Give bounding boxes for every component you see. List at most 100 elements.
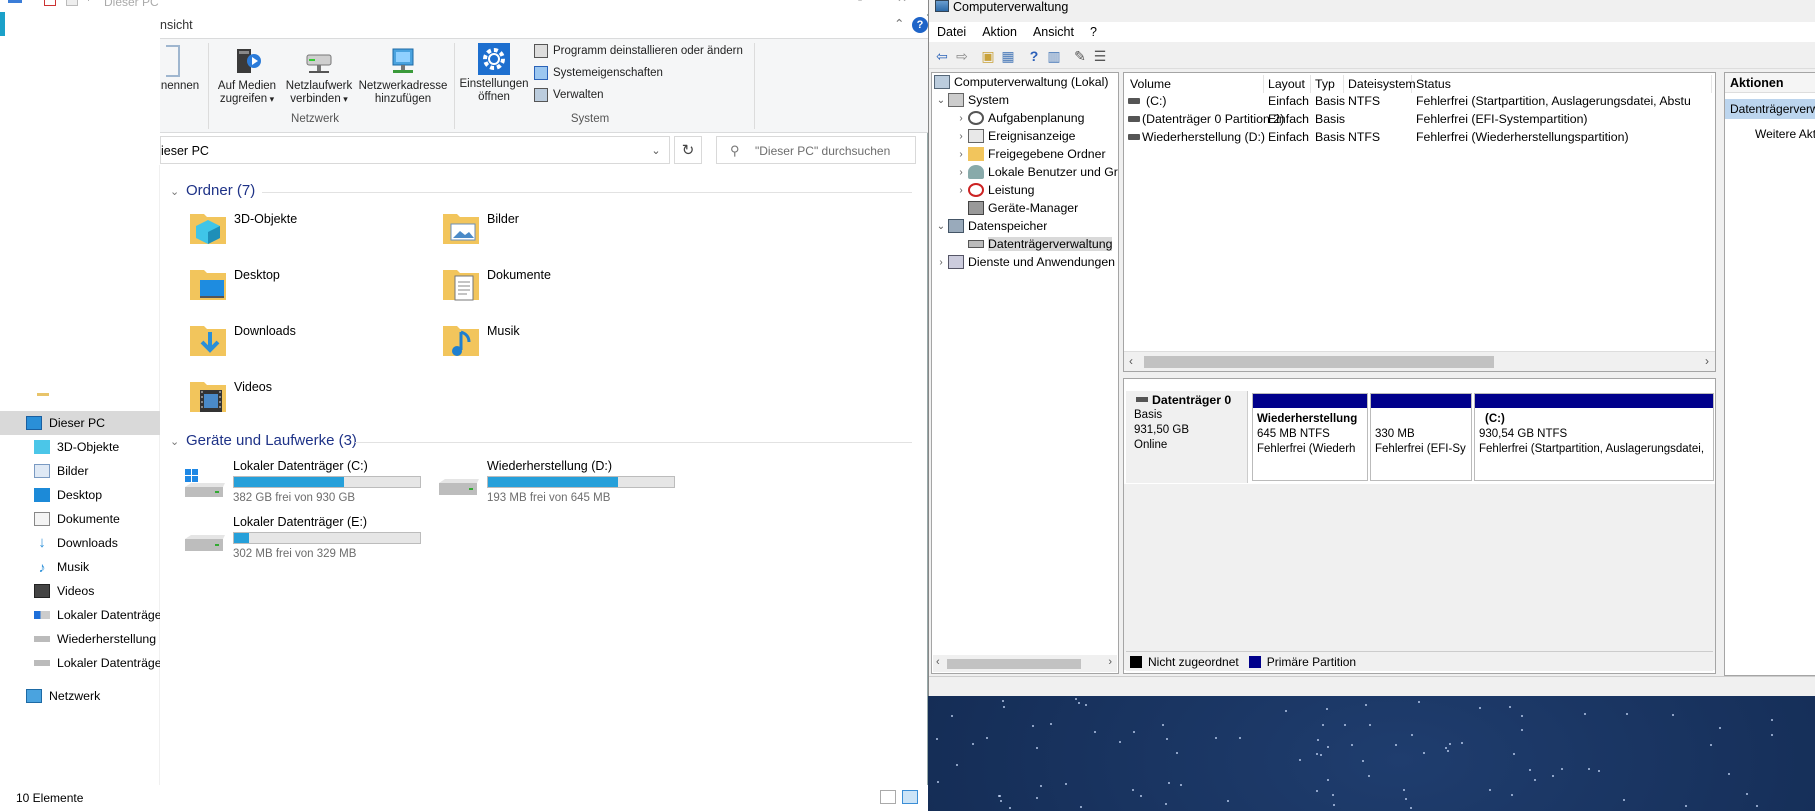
tree-node-local-users[interactable]: › Lokale Benutzer und Gr	[954, 163, 1118, 181]
scroll-thumb[interactable]	[1144, 356, 1494, 368]
search-input[interactable]: ⚲ "Dieser PC" durchsuchen	[716, 136, 916, 164]
refresh-button[interactable]: ↻	[674, 136, 702, 164]
tree-node-services[interactable]: › Dienste und Anwendungen	[934, 253, 1115, 271]
close-button[interactable]: ✕	[897, 0, 907, 5]
folders-section-header[interactable]: ⌄ Ordner (7)	[170, 182, 255, 199]
nav-item-desktop[interactable]: Desktop	[0, 483, 160, 507]
scroll-right-icon[interactable]: ›	[1108, 656, 1112, 668]
folder-pictures[interactable]: Bilder	[441, 206, 661, 256]
folder-qa-icon[interactable]	[66, 0, 78, 6]
documents-icon	[34, 512, 50, 526]
tab-view[interactable]: nsicht	[160, 18, 193, 32]
column-layout[interactable]: Layout	[1264, 75, 1311, 93]
search-icon: ⚲	[730, 143, 740, 158]
folder-label: Videos	[234, 380, 272, 394]
undo-icon[interactable]	[44, 0, 56, 6]
address-bar[interactable]: ieser PC	[160, 136, 670, 164]
partition-c[interactable]: (C:) 930,54 GB NTFS Fehlerfrei (Startparti…	[1474, 393, 1714, 481]
menu-view[interactable]: Ansicht	[1025, 25, 1082, 39]
tree-node-system[interactable]: ⌄ System	[934, 91, 1009, 109]
list-view-icon[interactable]: ☰	[1091, 47, 1109, 65]
partition-recovery[interactable]: Wiederherstellung 645 MB NTFS Fehlerfrei (…	[1252, 393, 1368, 481]
explorer-window: ▾ Dieser PC ▫ ✕ nsicht ⌃ ? nennen Auf Me…	[0, 0, 928, 811]
tree-node-shared-folders[interactable]: › Freigegebene Ordner	[954, 145, 1106, 163]
volume-row[interactable]: (C:) Einfach Basis NTFS Fehlerfrei (Star…	[1126, 93, 1714, 111]
star-decoration	[1315, 752, 1318, 755]
column-status[interactable]: Status	[1412, 75, 1712, 93]
menu-file[interactable]: Datei	[929, 25, 974, 39]
nav-item-drive-d[interactable]: Wiederherstellung (	[0, 627, 160, 651]
rename-button[interactable]: nennen	[160, 45, 200, 93]
column-type[interactable]: Typ	[1311, 75, 1344, 93]
volume-row[interactable]: Wiederherstellung (D:) Einfach Basis NTF…	[1126, 129, 1714, 147]
nav-item-music[interactable]: ♪ Musik	[0, 555, 160, 579]
volume-row[interactable]: (Datenträger 0 Partition 2) Einfach Basi…	[1126, 111, 1714, 129]
show-hide-actions-icon[interactable]: ▥	[1045, 47, 1063, 65]
drive-e[interactable]: Lokaler Datenträger (E:) 302 MB frei von…	[183, 515, 433, 567]
folder-3d-objects[interactable]: 3D-Objekte	[188, 206, 408, 256]
folder-label: Musik	[487, 324, 520, 338]
address-dropdown-icon[interactable]: ⌄	[645, 138, 667, 162]
nav-item-downloads[interactable]: ↓ Downloads	[0, 531, 160, 555]
minimize-button[interactable]: ▫	[858, 0, 862, 6]
volume-horizontal-scrollbar[interactable]: ‹ ›	[1124, 351, 1715, 371]
tree-node-disk-management[interactable]: Datenträgerverwaltung	[968, 235, 1113, 253]
nav-item-documents[interactable]: Dokumente	[0, 507, 160, 531]
tree-horizontal-scrollbar[interactable]: ‹ ›	[933, 655, 1117, 672]
partition-efi[interactable]: 330 MB Fehlerfrei (EFI-Sy	[1370, 393, 1472, 481]
nav-item-this-pc[interactable]: Dieser PC	[0, 411, 160, 435]
partition-size: 645 MB NTFS	[1257, 428, 1330, 440]
back-arrow-icon[interactable]: ⇦	[933, 47, 951, 65]
properties-icon[interactable]: ✎	[1071, 47, 1089, 65]
map-drive-button[interactable]: Netzlaufwerk verbinden ▾	[282, 45, 356, 106]
details-view-icon[interactable]	[880, 790, 896, 804]
scroll-left-icon[interactable]: ‹	[936, 656, 940, 668]
tiles-view-icon[interactable]	[902, 790, 918, 804]
help-icon[interactable]: ?	[912, 17, 928, 33]
scroll-thumb[interactable]	[947, 659, 1081, 669]
star-decoration	[1533, 779, 1536, 782]
more-actions[interactable]: Weitere Akt	[1755, 127, 1815, 141]
tree-node-event-viewer[interactable]: › Ereignisanzeige	[954, 127, 1076, 145]
tree-node-computer-management[interactable]: Computerverwaltung (Lokal)	[934, 73, 1108, 91]
help-icon[interactable]: ?	[1025, 47, 1043, 65]
nav-item-drive-e[interactable]: Lokaler Datenträger	[0, 651, 160, 675]
nav-item-pictures[interactable]: Bilder	[0, 459, 160, 483]
menu-action[interactable]: Aktion	[974, 25, 1025, 39]
disk-0-label[interactable]: Datenträger 0 Basis 931,50 GB Online	[1126, 391, 1248, 483]
folder-music[interactable]: Musik	[441, 318, 661, 368]
nav-item-network[interactable]: Netzwerk	[0, 684, 160, 708]
nav-item-3d-objects[interactable]: 3D-Objekte	[0, 435, 160, 459]
access-media-button[interactable]: Auf Medien zugreifen ▾	[214, 45, 280, 106]
tree-node-performance[interactable]: › Leistung	[954, 181, 1035, 199]
nav-item-drive-c[interactable]: Lokaler Datenträger	[0, 603, 160, 627]
uninstall-program-button[interactable]: Programm deinstallieren oder ändern	[534, 44, 743, 58]
tree-label: Leistung	[988, 183, 1035, 197]
scroll-right-icon[interactable]: ›	[1705, 354, 1709, 368]
tree-node-device-manager[interactable]: Geräte-Manager	[968, 199, 1078, 217]
up-folder-icon[interactable]: ▣	[979, 47, 997, 65]
qa-dropdown-icon[interactable]: ▾	[86, 0, 91, 4]
drive-d[interactable]: Wiederherstellung (D:) 193 MB frei von 6…	[437, 459, 687, 511]
actions-selected-item[interactable]: Datenträgerverwa	[1725, 99, 1815, 119]
menu-help[interactable]: ?	[1082, 25, 1105, 39]
nav-item-videos[interactable]: Videos	[0, 579, 160, 603]
scroll-left-icon[interactable]: ‹	[1129, 354, 1133, 368]
forward-arrow-icon[interactable]: ⇨	[953, 47, 971, 65]
drive-c[interactable]: Lokaler Datenträger (C:) 382 GB frei von…	[183, 459, 433, 511]
folder-documents[interactable]: Dokumente	[441, 262, 661, 312]
collapse-ribbon-icon[interactable]: ⌃	[894, 16, 904, 31]
folder-downloads[interactable]: Downloads	[188, 318, 408, 368]
tree-node-task-scheduler[interactable]: › Aufgabenplanung	[954, 109, 1084, 127]
add-network-location-button[interactable]: Netzwerkadresse hinzufügen	[356, 45, 450, 106]
column-filesystem[interactable]: Dateisystem	[1344, 75, 1416, 93]
drives-section-header[interactable]: ⌄ Geräte und Laufwerke (3)	[170, 432, 357, 449]
column-volume[interactable]: Volume	[1126, 75, 1264, 93]
manage-button[interactable]: Verwalten	[534, 88, 604, 102]
open-settings-button[interactable]: Einstellungen öffnen	[456, 43, 532, 104]
folder-videos[interactable]: Videos	[188, 374, 408, 424]
tree-node-storage[interactable]: ⌄ Datenspeicher	[934, 217, 1047, 235]
folder-desktop[interactable]: Desktop	[188, 262, 408, 312]
system-properties-button[interactable]: Systemeigenschaften	[534, 66, 663, 80]
show-hide-tree-icon[interactable]: ▦	[999, 47, 1017, 65]
